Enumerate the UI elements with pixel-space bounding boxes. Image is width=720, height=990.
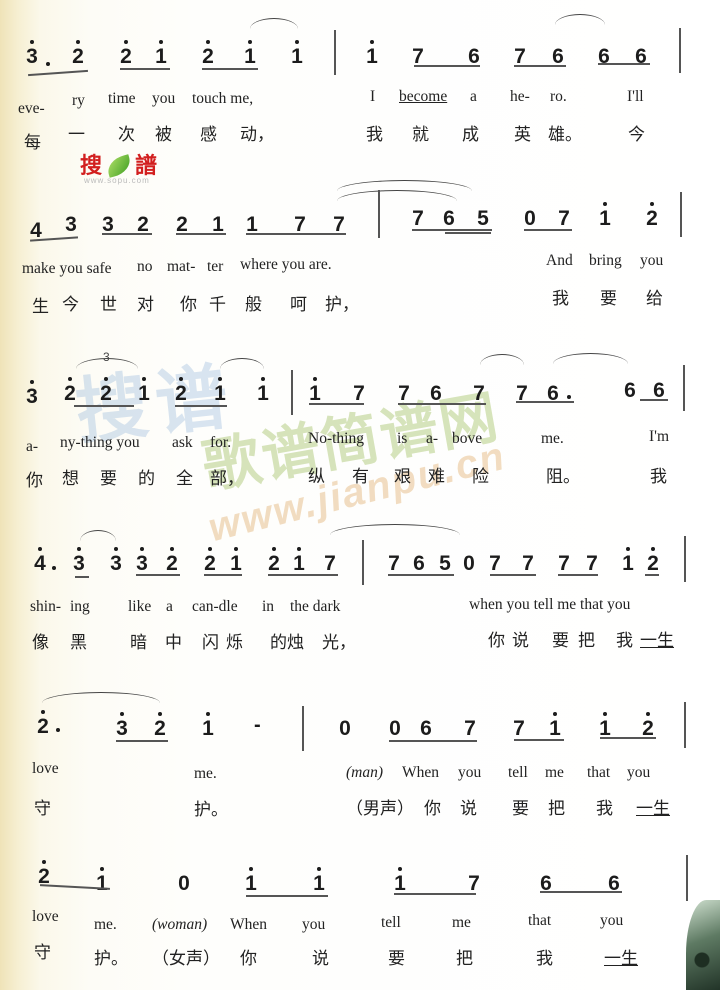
lyric: you	[302, 916, 326, 933]
lyric: love	[32, 908, 59, 925]
barline	[686, 855, 688, 901]
beam	[394, 893, 476, 895]
note: 1	[243, 867, 259, 895]
lyric: When	[230, 916, 268, 933]
lyric: tell	[381, 914, 401, 931]
system-6: 2 1 0 1 1 1 7 6 6 love me. (woman) When …	[0, 0, 720, 990]
lyric-chinese: 我	[536, 949, 553, 969]
note: 1	[94, 867, 110, 895]
beam	[540, 891, 622, 893]
lyric: you	[600, 912, 624, 929]
beam	[246, 895, 328, 897]
lyric-chinese: 你	[240, 949, 257, 969]
lyric-chinese: 把	[456, 949, 473, 969]
lyric-chinese: 要	[388, 949, 405, 969]
lyric-voice-label-chinese: （女声）	[152, 949, 220, 969]
lyric-voice-label: (woman)	[152, 916, 208, 933]
lyric-chinese: 一生	[604, 949, 638, 969]
lyric-chinese: 守	[34, 943, 51, 963]
lyric: me.	[94, 916, 117, 933]
sheet-music-page: 搜谱 歌谱简谱网 www.jianpu.cn 搜譜 www.sopu.com 3…	[0, 0, 720, 990]
note: 1	[392, 867, 408, 895]
lyric: me	[452, 914, 471, 931]
note: 0	[178, 872, 190, 895]
lyric: that	[528, 912, 552, 929]
note: 1	[311, 867, 327, 895]
note: 7	[468, 872, 480, 895]
lyric-chinese: 护。	[94, 949, 128, 969]
lyric-chinese: 说	[312, 949, 329, 969]
